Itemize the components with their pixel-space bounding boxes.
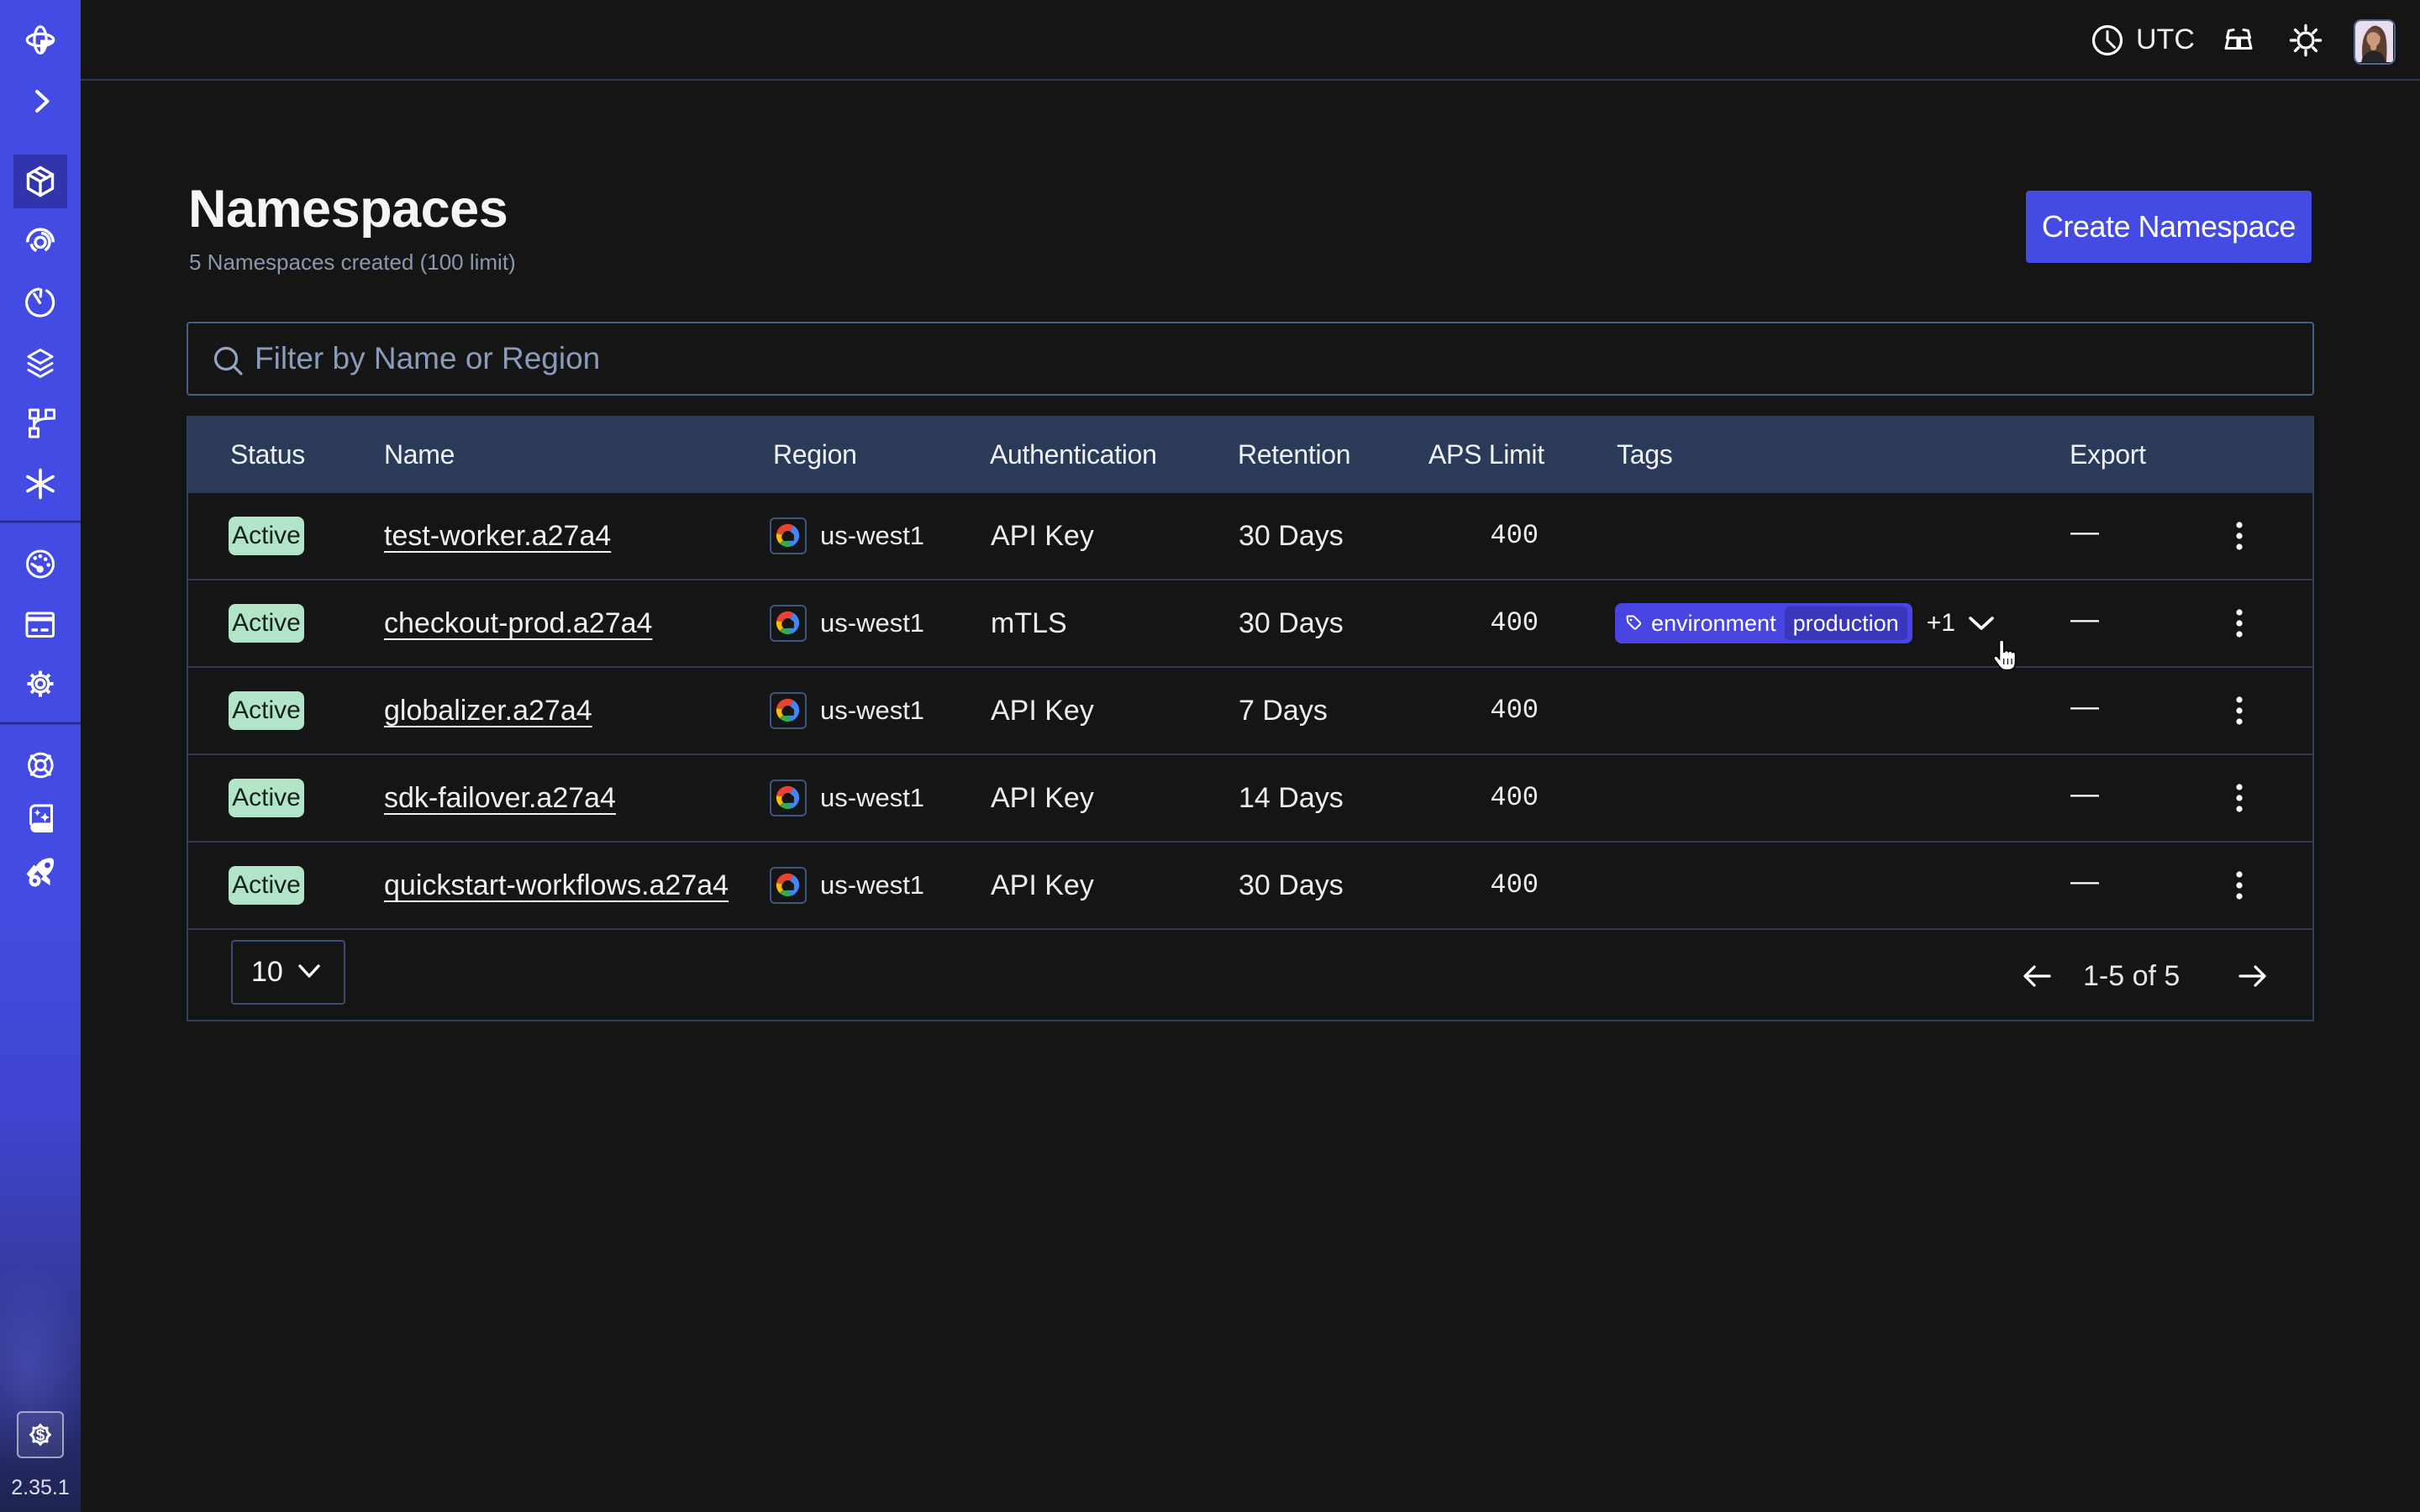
svg-text:$: $ xyxy=(36,1427,45,1445)
